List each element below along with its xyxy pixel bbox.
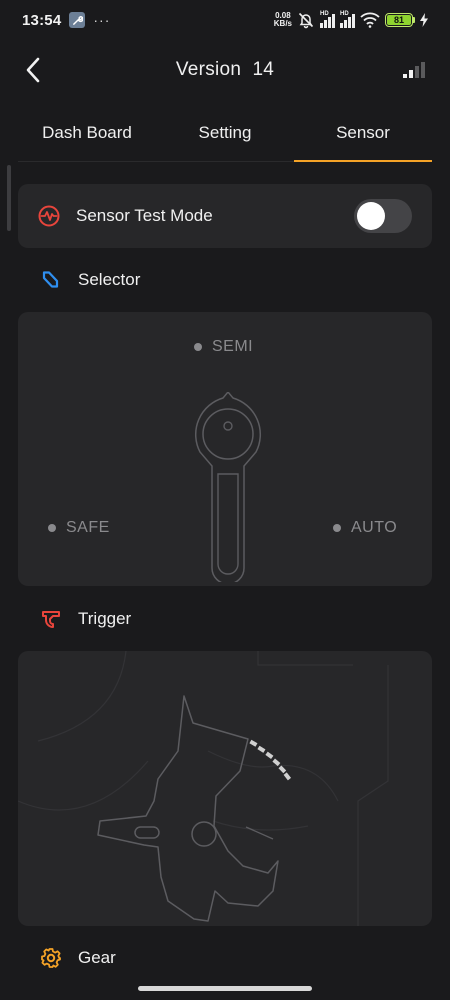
cellular-signal-2: HD [340, 11, 355, 28]
connection-signal-button[interactable] [402, 60, 426, 80]
battery-indicator: 81 [385, 13, 415, 27]
status-right: 0.08 KB/s HD HD 81 [274, 11, 428, 29]
status-bar: 13:54 ··· 0.08 KB/s HD HD 81 [0, 0, 450, 40]
tab-dash-board[interactable]: Dash Board [18, 104, 156, 161]
status-left: 13:54 ··· [22, 12, 110, 29]
charging-bolt-icon [420, 13, 428, 27]
battery-level: 81 [387, 15, 411, 25]
selector-position-auto: AUTO [333, 519, 397, 537]
selector-position-safe: SAFE [48, 519, 110, 537]
tab-bar: Dash Board Setting Sensor [18, 104, 432, 162]
scrollbar[interactable] [7, 165, 11, 231]
wifi-icon [360, 12, 380, 28]
mute-bell-icon [298, 12, 314, 29]
selector-position-semi: SEMI [194, 338, 253, 356]
network-speed-unit: KB/s [273, 19, 292, 28]
trigger-icon [40, 608, 62, 630]
app-header: Version 14 [0, 42, 450, 98]
chevron-left-icon [26, 57, 40, 83]
trigger-section-header: Trigger [40, 605, 131, 633]
network-type-2: HD [340, 11, 349, 17]
wrench-icon [69, 12, 86, 28]
status-time: 13:54 [22, 11, 62, 29]
safe-label: SAFE [66, 519, 110, 536]
sensor-test-mode-toggle[interactable] [354, 199, 412, 233]
tab-setting[interactable]: Setting [156, 104, 294, 161]
selector-section-header: Selector [40, 266, 140, 294]
tab-sensor[interactable]: Sensor [294, 104, 432, 162]
network-type-1: HD [320, 11, 329, 17]
trigger-label: Trigger [78, 609, 132, 628]
trigger-mechanism-diagram [18, 651, 389, 926]
signal-bars-icon [403, 62, 425, 78]
toggle-knob [357, 202, 385, 230]
semi-label: SEMI [212, 338, 254, 355]
back-button[interactable] [18, 54, 50, 86]
gear-section-header: Gear [40, 944, 116, 972]
semi-indicator-dot [194, 343, 202, 351]
page-title: Version 14 [175, 59, 275, 80]
selector-lever-diagram [194, 392, 262, 582]
selector-label: Selector [78, 270, 141, 289]
cellular-signal-1: HD [320, 11, 335, 28]
network-speed: 0.08 KB/s [274, 12, 292, 28]
auto-label: AUTO [351, 519, 398, 536]
sensor-test-mode-label: Sensor Test Mode [76, 206, 213, 225]
safe-indicator-dot [48, 524, 56, 532]
more-notifications: ··· [93, 12, 111, 28]
heartbeat-icon [38, 205, 60, 227]
gear-icon [40, 947, 62, 969]
trigger-card [18, 651, 432, 926]
sensor-test-mode-row: Sensor Test Mode [18, 184, 432, 248]
selector-icon [40, 269, 62, 291]
selector-card: SEMI SAFE AUTO [18, 312, 432, 586]
auto-indicator-dot [333, 524, 341, 532]
gear-label: Gear [78, 948, 116, 967]
home-indicator[interactable] [138, 986, 312, 991]
